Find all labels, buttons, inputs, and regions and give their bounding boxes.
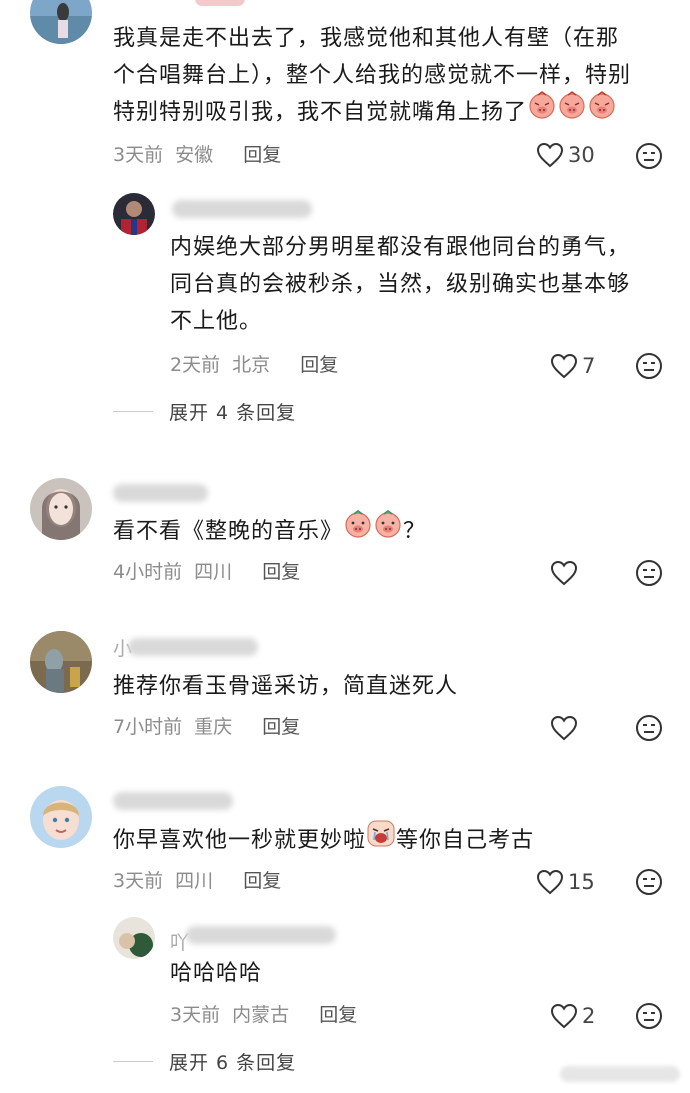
dislike-face-icon [636, 715, 662, 741]
comment-text: 我真是走不出去了，我感觉他和其他人有壁（在那 个合唱舞台上），整个人给我的感觉就… [113, 20, 673, 132]
comment-location: 安徽 [175, 144, 214, 166]
comment-meta: 7小时前 重庆 回复 [113, 714, 300, 740]
divider [113, 1061, 153, 1062]
avatar[interactable] [30, 478, 92, 540]
like-button[interactable]: 7 [550, 352, 595, 380]
dislike-button[interactable] [635, 352, 663, 380]
reply-text: 内娱绝大部分男明星都没有跟他同台的勇气， 同台真的会被秒杀，当然，级别确实也基本… [170, 235, 631, 334]
reply-button[interactable]: 回复 [262, 716, 300, 738]
reply-button[interactable]: 回复 [243, 144, 281, 166]
reply-button[interactable]: 回复 [300, 354, 338, 376]
heart-outline-icon [550, 1003, 578, 1029]
comment-location: 四川 [194, 561, 233, 583]
comment-time: 2天前 [170, 354, 221, 376]
expand-replies-button[interactable]: 展开 6 条回复 [113, 1048, 296, 1075]
username-blur [128, 638, 258, 656]
dislike-face-icon [636, 143, 662, 169]
comment-location: 北京 [232, 354, 271, 376]
comment-location: 四川 [175, 870, 214, 892]
watermark-blur [560, 1066, 680, 1082]
reply-button[interactable]: 回复 [262, 561, 300, 583]
comment-list: 我真是走不出去了，我感觉他和其他人有壁（在那 个合唱舞台上），整个人给我的感觉就… [0, 0, 690, 1093]
avatar[interactable] [30, 786, 92, 848]
username[interactable] [113, 484, 208, 502]
heart-outline-icon [536, 142, 564, 168]
like-count: 2 [582, 1004, 596, 1028]
comment-time: 4小时前 [113, 561, 183, 583]
username-badge [195, 0, 245, 6]
comment-time: 3天前 [113, 870, 164, 892]
divider [113, 411, 153, 412]
pig-blush-emoji [557, 90, 587, 132]
avatar[interactable] [113, 193, 155, 235]
comment-meta: 4小时前 四川 回复 [113, 559, 300, 585]
pig-blush-emoji [527, 90, 557, 132]
like-button[interactable]: 2 [550, 1002, 595, 1030]
dislike-button[interactable] [635, 868, 663, 896]
like-button[interactable] [550, 714, 582, 742]
heart-outline-icon [536, 869, 564, 895]
dislike-button[interactable] [635, 142, 663, 170]
like-button[interactable] [550, 559, 582, 587]
like-count: 30 [568, 143, 595, 167]
comment-location: 重庆 [194, 716, 233, 738]
dislike-face-icon [636, 1003, 662, 1029]
comment-time: 7小时前 [113, 716, 183, 738]
comment-location: 内蒙古 [232, 1004, 290, 1026]
expand-replies-button[interactable]: 展开 4 条回复 [113, 398, 296, 425]
reply-text: 哈哈哈哈 [170, 961, 263, 986]
pig-blush-emoji [343, 509, 373, 551]
avatar[interactable] [113, 917, 155, 959]
dislike-face-icon [636, 560, 662, 586]
heart-outline-icon [550, 560, 578, 586]
crying-face-emoji [366, 818, 396, 860]
dislike-button[interactable] [635, 714, 663, 742]
comment-text: 看不看《整晚的音乐》？ [113, 509, 673, 551]
username[interactable] [113, 792, 233, 810]
like-count: 15 [568, 870, 595, 894]
dislike-face-icon [636, 353, 662, 379]
avatar[interactable] [30, 631, 92, 693]
like-button[interactable]: 30 [536, 141, 595, 169]
reply-meta: 2天前 北京 回复 [170, 352, 338, 378]
reply-meta: 3天前 内蒙古 回复 [170, 1002, 357, 1028]
heart-outline-icon [550, 353, 578, 379]
username-blur [186, 926, 336, 944]
dislike-button[interactable] [635, 559, 663, 587]
avatar[interactable] [30, 0, 92, 44]
like-button[interactable]: 15 [536, 868, 595, 896]
pig-blush-emoji [587, 90, 617, 132]
comment-text: 你早喜欢他一秒就更妙啦 等你自己考古 [113, 820, 673, 860]
comment-time: 3天前 [113, 144, 164, 166]
reply-button[interactable]: 回复 [319, 1004, 357, 1026]
like-count: 7 [582, 354, 596, 378]
comment-meta: 3天前 安徽 回复 [113, 142, 281, 168]
dislike-button[interactable] [635, 1002, 663, 1030]
comment-text: 推荐你看玉骨遥采访，简直迷死人 [113, 674, 459, 699]
reply-button[interactable]: 回复 [243, 870, 281, 892]
comment-meta: 3天前 四川 回复 [113, 868, 281, 894]
heart-outline-icon [550, 715, 578, 741]
pig-blush-emoji [373, 509, 403, 551]
username[interactable] [172, 200, 312, 218]
dislike-face-icon [636, 869, 662, 895]
comment-time: 3天前 [170, 1004, 221, 1026]
